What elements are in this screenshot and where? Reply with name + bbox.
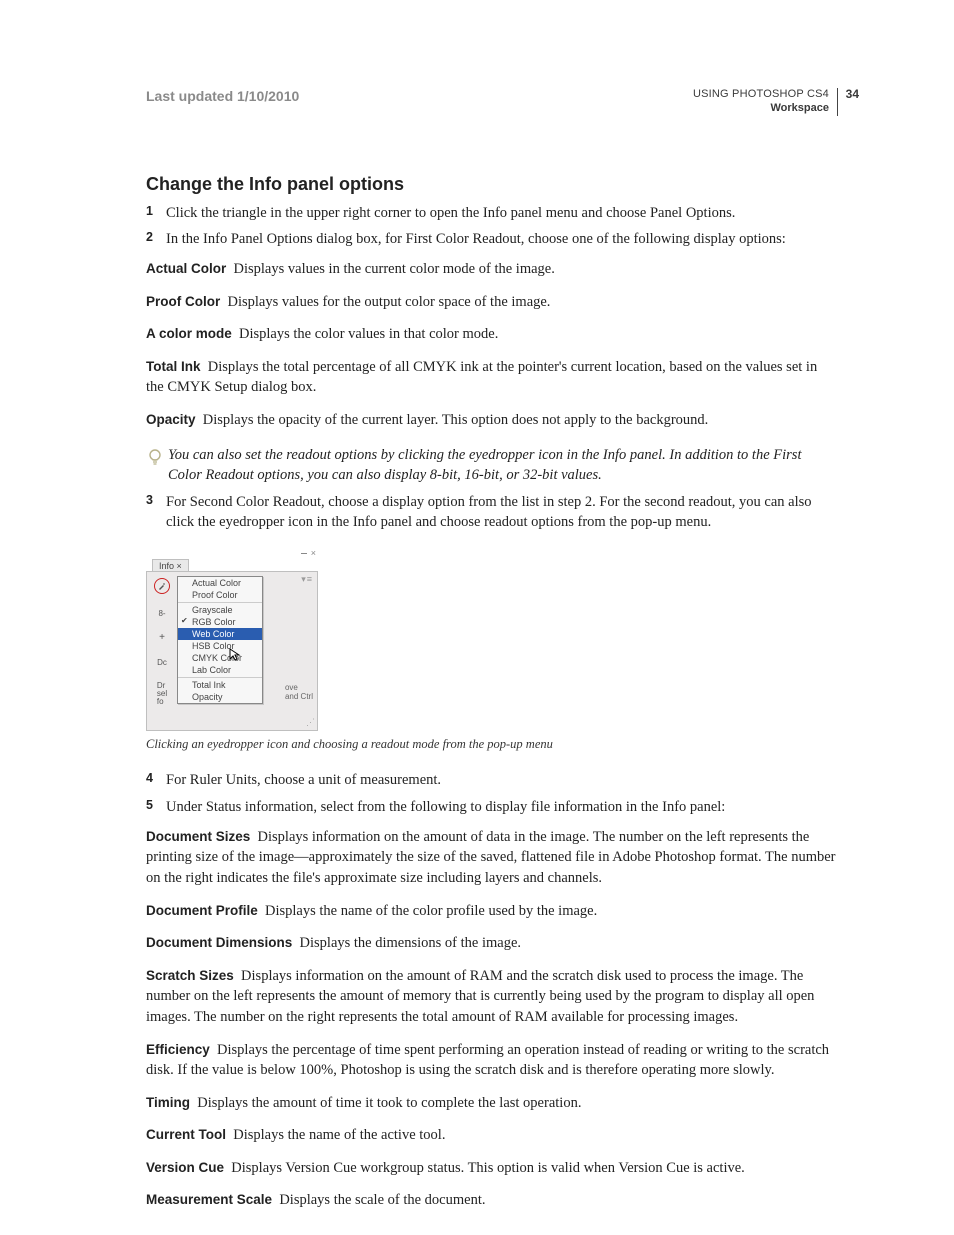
resize-grip-icon: ⋰ (306, 717, 315, 728)
def-term: A color mode (146, 326, 232, 341)
header-right: 34 USING PHOTOSHOP CS4 Workspace (693, 88, 838, 116)
def-scratch-sizes: Scratch Sizes Displays information on th… (146, 966, 838, 1028)
def-term: Document Sizes (146, 829, 250, 844)
step-text: Click the triangle in the upper right co… (166, 205, 735, 221)
def-term: Opacity (146, 412, 196, 427)
step-number: 1 (146, 203, 153, 221)
menu-item-actual-color[interactable]: Actual Color (178, 577, 262, 589)
step-number: 5 (146, 797, 153, 815)
eyedropper-icon (154, 578, 170, 594)
page-number: 34 (846, 87, 859, 102)
def-term: Total Ink (146, 359, 201, 374)
def-document-sizes: Document Sizes Displays information on t… (146, 827, 838, 889)
info-panel-figure: × Info × ▾≡ C: 8- + Dc Dr sel fo Actual … (146, 548, 318, 731)
document-page: Last updated 1/10/2010 34 USING PHOTOSHO… (0, 0, 954, 1235)
def-term: Version Cue (146, 1160, 224, 1175)
menu-separator (178, 602, 262, 603)
def-desc: Displays the name of the active tool. (233, 1127, 445, 1143)
panel-body: ▾≡ C: 8- + Dc Dr sel fo Actual Color Pro… (146, 571, 318, 731)
def-opacity: Opacity Displays the opacity of the curr… (146, 410, 838, 431)
minimize-icon (301, 553, 307, 554)
def-measurement-scale: Measurement Scale Displays the scale of … (146, 1190, 838, 1211)
def-term: Document Dimensions (146, 935, 292, 950)
def-desc: Displays the amount of time it took to c… (197, 1095, 581, 1111)
figure-caption: Clicking an eyedropper icon and choosing… (146, 737, 838, 752)
def-proof-color: Proof Color Displays values for the outp… (146, 292, 838, 313)
panel-left-column: 8- + Dc Dr sel fo (151, 578, 173, 705)
def-term: Measurement Scale (146, 1192, 272, 1207)
menu-item-proof-color[interactable]: Proof Color (178, 589, 262, 601)
menu-item-hsb-color[interactable]: HSB Color (178, 640, 262, 652)
last-updated: Last updated 1/10/2010 (146, 88, 299, 104)
step-text: Under Status information, select from th… (166, 799, 725, 815)
def-term: Actual Color (146, 261, 226, 276)
page-header: Last updated 1/10/2010 34 USING PHOTOSHO… (146, 88, 838, 116)
section-name: Workspace (693, 102, 829, 116)
def-desc: Displays the scale of the document. (279, 1192, 485, 1208)
product-name: USING PHOTOSHOP CS4 (693, 88, 829, 102)
lightbulb-icon (148, 449, 162, 472)
close-icon: × (311, 549, 316, 558)
label-doc: Dc (157, 658, 167, 667)
tip-text: You can also set the readout options by … (168, 445, 838, 486)
def-actual-color: Actual Color Displays values in the curr… (146, 259, 838, 280)
def-term: Current Tool (146, 1127, 226, 1142)
step-text: For Second Color Readout, choose a displ… (166, 494, 812, 530)
step-5: 5 Under Status information, select from … (146, 797, 838, 817)
step-4: 4 For Ruler Units, choose a unit of meas… (146, 770, 838, 790)
def-total-ink: Total Ink Displays the total percentage … (146, 357, 838, 398)
def-version-cue: Version Cue Displays Version Cue workgro… (146, 1158, 838, 1179)
def-document-profile: Document Profile Displays the name of th… (146, 901, 838, 922)
def-timing: Timing Displays the amount of time it to… (146, 1093, 838, 1114)
def-document-dimensions: Document Dimensions Displays the dimensi… (146, 933, 838, 954)
def-term: Timing (146, 1095, 190, 1110)
def-desc: Displays values in the current color mod… (234, 261, 555, 277)
def-desc: Displays the dimensions of the image. (300, 935, 522, 951)
menu-item-grayscale[interactable]: Grayscale (178, 604, 262, 616)
def-efficiency: Efficiency Displays the percentage of ti… (146, 1040, 838, 1081)
def-desc: Displays Version Cue workgroup status. T… (231, 1160, 745, 1176)
step-text: In the Info Panel Options dialog box, fo… (166, 231, 786, 247)
menu-item-rgb-color[interactable]: RGB Color (178, 616, 262, 628)
crosshair-icon: + (159, 633, 165, 643)
step-number: 3 (146, 492, 153, 510)
def-desc: Displays the percentage of time spent pe… (146, 1042, 829, 1079)
tip-block: You can also set the readout options by … (146, 445, 838, 486)
def-term: Efficiency (146, 1042, 210, 1057)
step-3: 3 For Second Color Readout, choose a dis… (146, 492, 838, 533)
def-term: Scratch Sizes (146, 968, 234, 983)
def-desc: Displays information on the amount of da… (146, 829, 836, 886)
step-1: 1 Click the triangle in the upper right … (146, 203, 838, 223)
def-desc: Displays the name of the color profile u… (265, 903, 597, 919)
menu-separator (178, 677, 262, 678)
menu-item-total-ink[interactable]: Total Ink (178, 679, 262, 691)
section-heading: Change the Info panel options (146, 174, 838, 195)
label-dr: Dr sel fo (157, 682, 167, 705)
menu-item-lab-color[interactable]: Lab Color (178, 664, 262, 676)
menu-item-cmyk-color[interactable]: CMYK Color (178, 652, 262, 664)
step-number: 4 (146, 770, 153, 788)
step-2: 2 In the Info Panel Options dialog box, … (146, 229, 838, 249)
def-term: Proof Color (146, 294, 220, 309)
readout-popup-menu: Actual Color Proof Color Grayscale RGB C… (177, 576, 263, 704)
def-desc: Displays the total percentage of all CMY… (146, 359, 817, 396)
def-current-tool: Current Tool Displays the name of the ac… (146, 1125, 838, 1146)
step-text: For Ruler Units, choose a unit of measur… (166, 772, 441, 788)
def-desc: Displays the opacity of the current laye… (203, 412, 709, 428)
label-8bit: 8- (158, 609, 165, 618)
menu-item-opacity[interactable]: Opacity (178, 691, 262, 703)
menu-item-web-color[interactable]: Web Color (178, 628, 262, 640)
panel-hint-text: ove and Ctrl (285, 684, 313, 702)
panel-menu-icon: ▾≡ (301, 574, 313, 585)
def-term: Document Profile (146, 903, 258, 918)
def-desc: Displays the color values in that color … (239, 326, 498, 342)
def-desc: Displays values for the output color spa… (228, 294, 551, 310)
panel-window-controls: × (146, 548, 318, 558)
step-number: 2 (146, 229, 153, 247)
def-color-mode: A color mode Displays the color values i… (146, 324, 838, 345)
def-desc: Displays information on the amount of RA… (146, 968, 814, 1025)
